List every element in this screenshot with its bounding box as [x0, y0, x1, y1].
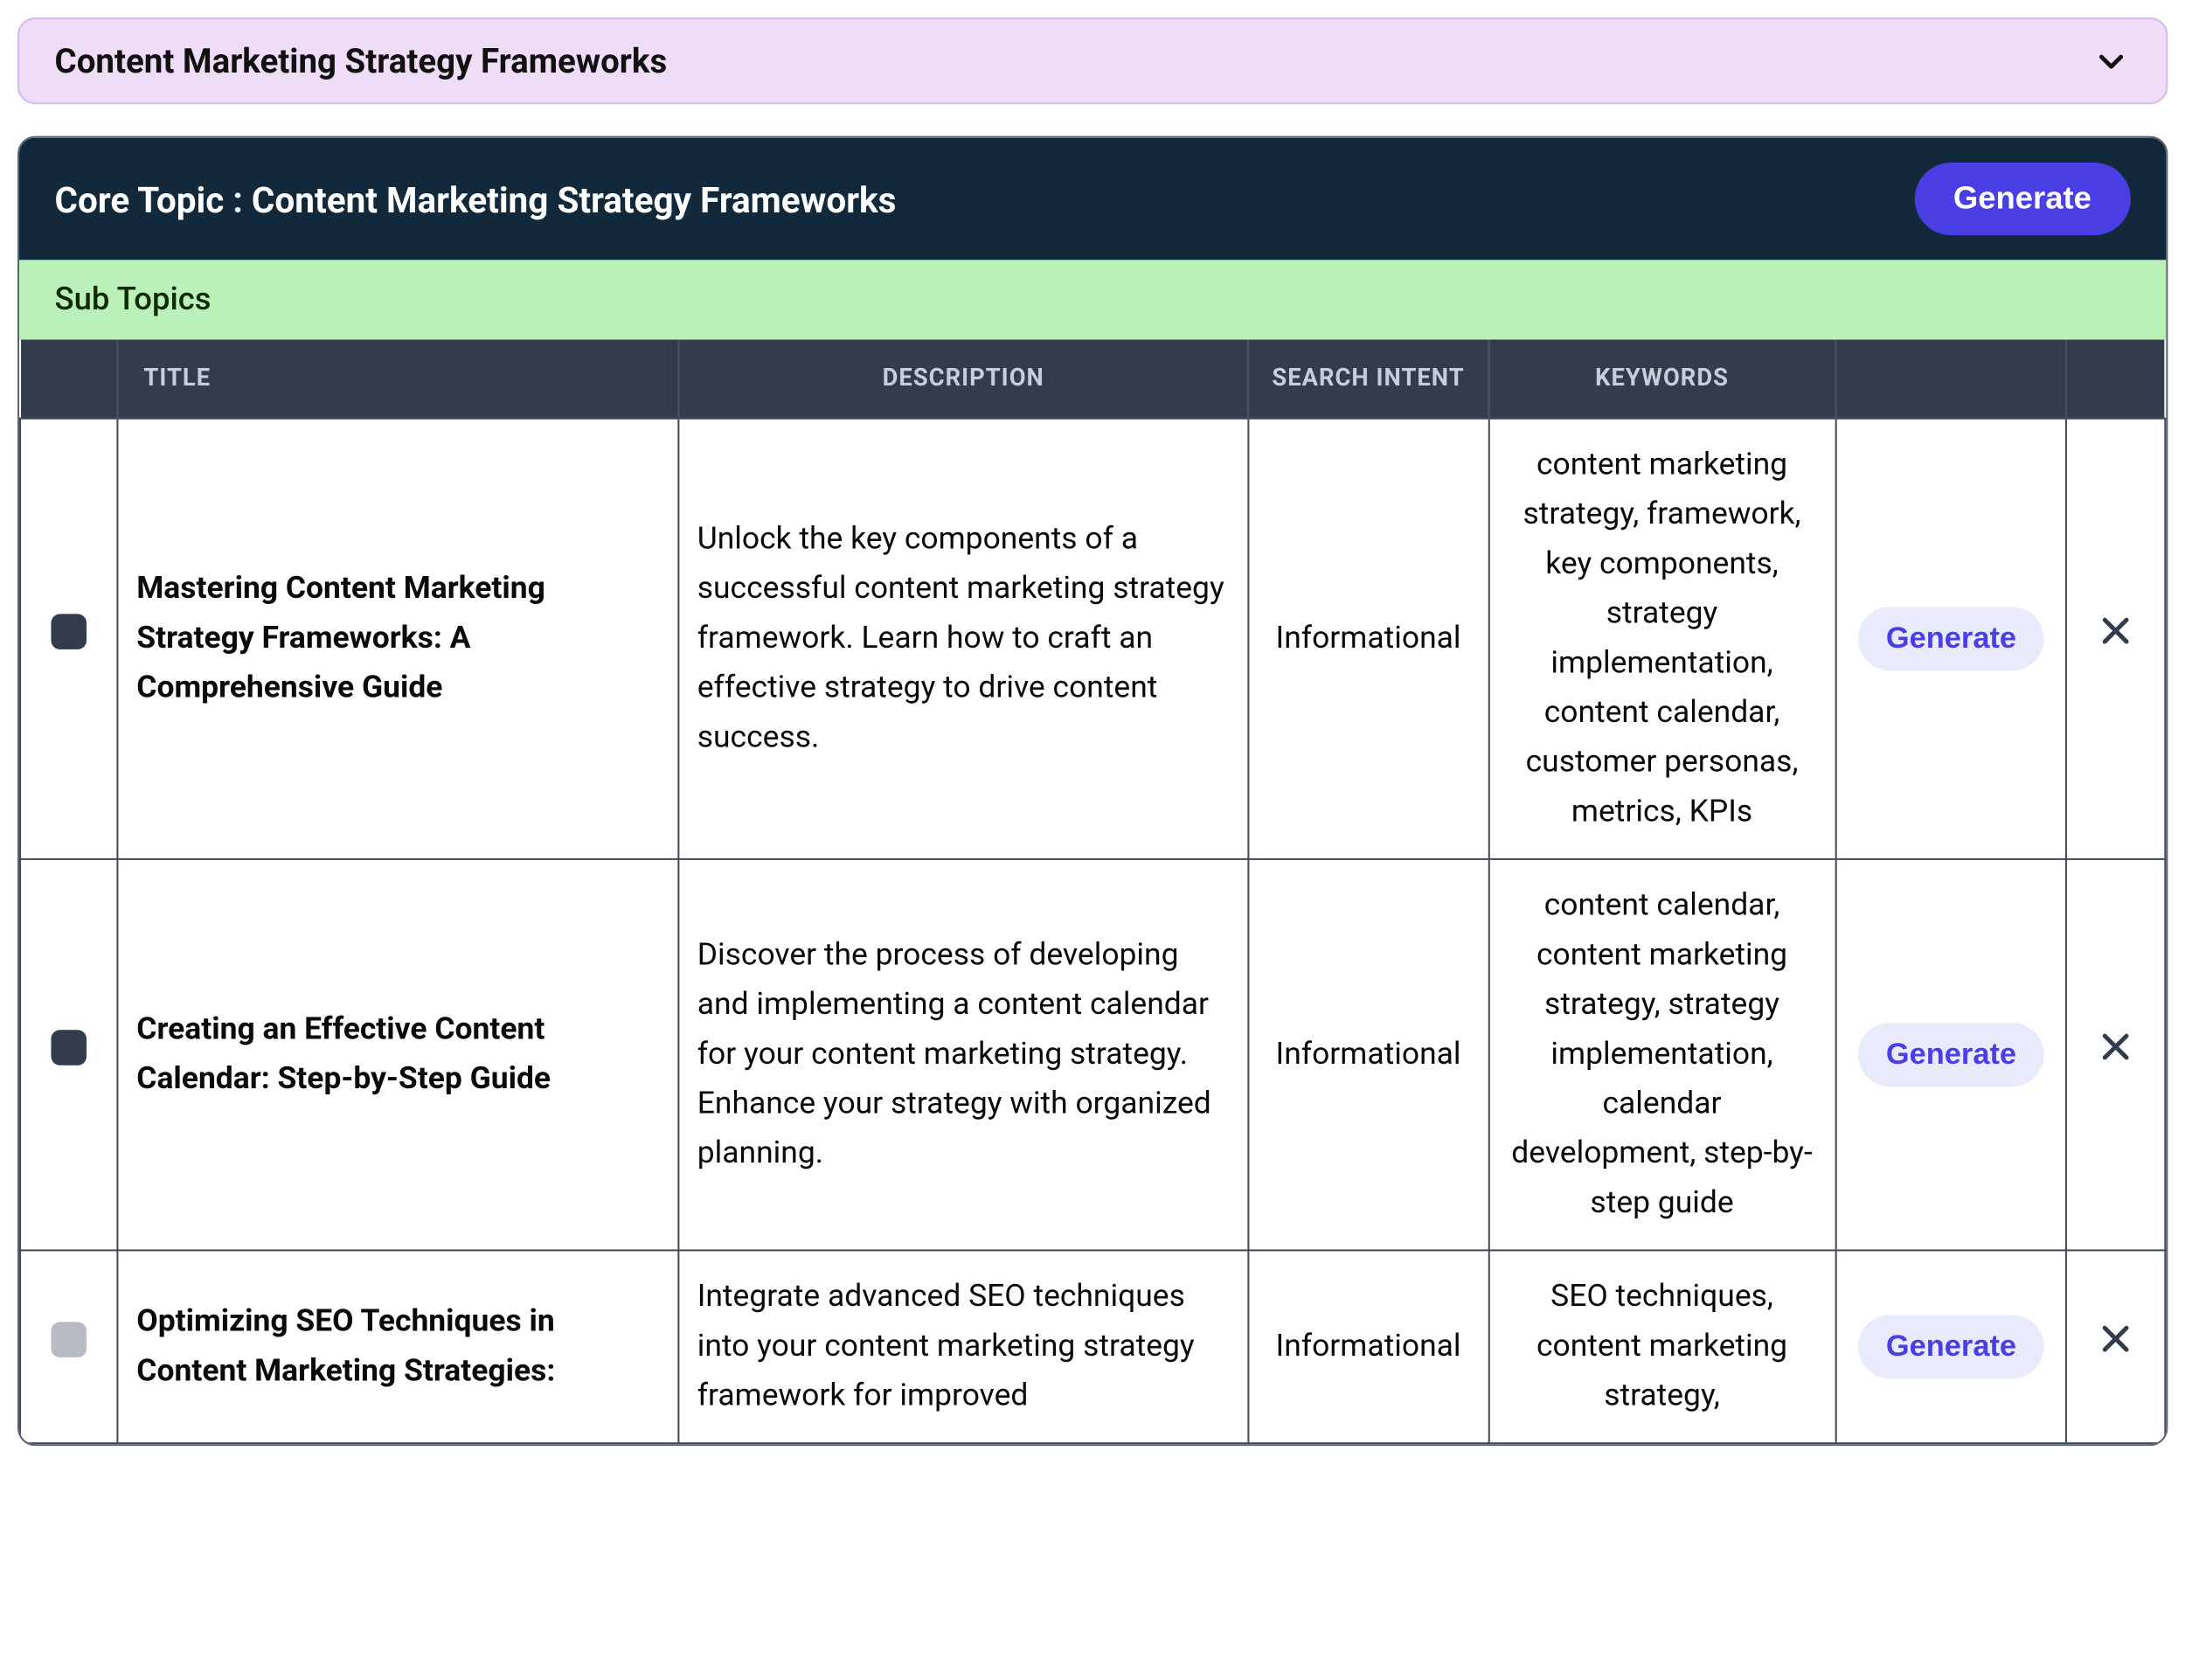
row-generate-button[interactable]: Generate — [1857, 1023, 2044, 1086]
col-title: TITLE — [118, 340, 678, 419]
table-row: Optimizing SEO Techniques in Content Mar… — [20, 1250, 2165, 1443]
row-description: Discover the process of developing and i… — [678, 859, 1248, 1251]
row-delete-cell — [2067, 419, 2165, 859]
core-topic-title: Core Topic : Content Marketing Strategy … — [55, 177, 897, 220]
col-action — [1835, 340, 2067, 419]
row-title: Creating an Effective Content Calendar: … — [118, 859, 678, 1251]
row-description: Integrate advanced SEO techniques into y… — [678, 1250, 1248, 1443]
table-row: Mastering Content Marketing Strategy Fra… — [20, 419, 2165, 859]
subtopics-table: TITLE DESCRIPTION SEARCH INTENT KEYWORDS… — [19, 340, 2166, 1445]
subtopics-section-label: Sub Topics — [19, 260, 2166, 339]
card-header: Core Topic : Content Marketing Strategy … — [19, 138, 2166, 260]
row-title: Mastering Content Marketing Strategy Fra… — [118, 419, 678, 859]
table-header-row: TITLE DESCRIPTION SEARCH INTENT KEYWORDS — [20, 340, 2165, 419]
col-keywords: KEYWORDS — [1488, 340, 1835, 419]
row-search-intent: Informational — [1248, 1250, 1488, 1443]
core-topic-name: Content Marketing Strategy Frameworks — [252, 177, 897, 220]
topic-dropdown-bar[interactable]: Content Marketing Strategy Frameworks — [17, 17, 2168, 104]
core-topic-prefix: Core Topic : — [55, 177, 243, 220]
subtopics-card: Core Topic : Content Marketing Strategy … — [17, 136, 2168, 1447]
row-search-intent: Informational — [1248, 859, 1488, 1251]
row-delete-cell — [2067, 859, 2165, 1251]
row-keywords: content marketing strategy, framework, k… — [1488, 419, 1835, 859]
col-description: DESCRIPTION — [678, 340, 1248, 419]
row-delete-cell — [2067, 1250, 2165, 1443]
row-action-cell: Generate — [1835, 419, 2067, 859]
col-delete — [2067, 340, 2165, 419]
row-keywords: content calendar, content marketing stra… — [1488, 859, 1835, 1251]
row-generate-button[interactable]: Generate — [1857, 607, 2044, 670]
close-icon[interactable] — [2098, 1028, 2135, 1066]
close-icon[interactable] — [2098, 1320, 2135, 1357]
row-search-intent: Informational — [1248, 419, 1488, 859]
row-checkbox[interactable] — [52, 613, 87, 649]
row-checkbox[interactable] — [52, 1321, 87, 1357]
row-description: Unlock the key components of a successfu… — [678, 419, 1248, 859]
row-generate-button[interactable]: Generate — [1857, 1315, 2044, 1378]
row-keywords: SEO techniques, content marketing strate… — [1488, 1250, 1835, 1443]
row-checkbox[interactable] — [52, 1029, 87, 1065]
chevron-down-icon — [2091, 41, 2131, 80]
close-icon[interactable] — [2098, 612, 2135, 649]
row-checkbox-cell — [20, 859, 118, 1251]
col-search-intent: SEARCH INTENT — [1248, 340, 1488, 419]
row-checkbox-cell — [20, 1250, 118, 1443]
row-checkbox-cell — [20, 419, 118, 859]
topic-dropdown-label: Content Marketing Strategy Frameworks — [55, 40, 668, 81]
row-action-cell: Generate — [1835, 1250, 2067, 1443]
row-action-cell: Generate — [1835, 859, 2067, 1251]
col-checkbox — [20, 340, 118, 419]
table-row: Creating an Effective Content Calendar: … — [20, 859, 2165, 1251]
row-title: Optimizing SEO Techniques in Content Mar… — [118, 1250, 678, 1443]
generate-button[interactable]: Generate — [1914, 163, 2130, 235]
